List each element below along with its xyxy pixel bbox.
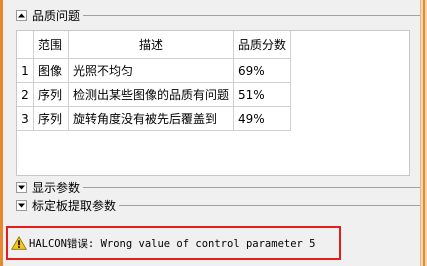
score-cell: 51%: [233, 82, 292, 107]
scope-cell: 序列: [33, 82, 69, 107]
warning-triangle-icon: [11, 236, 27, 250]
section-display-header[interactable]: 显示参数: [3, 179, 420, 196]
scope-cell: 图像: [33, 58, 69, 83]
row-number: 3: [17, 106, 34, 131]
quality-panel: 品质问题 范围 描述 品质分数 1 图像 光照不均匀 69% 2 序列 检测出某…: [3, 0, 420, 266]
error-message-bar: HALCON错误: Wrong value of control paramet…: [6, 226, 341, 260]
error-message-text: HALCON错误: Wrong value of control paramet…: [29, 237, 316, 250]
row-number: 2: [17, 82, 34, 107]
description-cell: 旋转角度没有被先后覆盖到: [68, 106, 235, 131]
section-quality-header[interactable]: 品质问题: [3, 7, 420, 24]
row-number-header[interactable]: [17, 31, 34, 59]
section-display-label: 显示参数: [32, 181, 81, 195]
description-column-header[interactable]: 描述: [68, 31, 235, 59]
table-header-row: 范围 描述 品质分数: [17, 31, 292, 59]
description-cell: 光照不均匀: [68, 58, 235, 83]
section-quality-label: 品质问题: [32, 9, 81, 23]
table-row[interactable]: 3 序列 旋转角度没有被先后覆盖到 49%: [17, 106, 292, 131]
scope-column-header[interactable]: 范围: [33, 31, 69, 59]
quality-issues-table: 范围 描述 品质分数 1 图像 光照不均匀 69% 2 序列 检测出某些图像的品…: [16, 30, 410, 176]
section-divider: [83, 187, 420, 188]
quality-score-column-header[interactable]: 品质分数: [233, 31, 292, 59]
section-divider: [83, 15, 420, 16]
window-border-right: [420, 0, 427, 266]
section-calib-header[interactable]: 标定板提取参数: [3, 197, 420, 214]
expand-toggle-icon[interactable]: [16, 182, 27, 193]
row-number: 1: [17, 58, 34, 83]
scope-cell: 序列: [33, 106, 69, 131]
section-divider: [119, 205, 420, 206]
table-row[interactable]: 2 序列 检测出某些图像的品质有问题 51%: [17, 82, 292, 107]
table-row[interactable]: 1 图像 光照不均匀 69%: [17, 58, 292, 83]
description-cell: 检测出某些图像的品质有问题: [68, 82, 235, 107]
section-calib-label: 标定板提取参数: [32, 199, 117, 213]
score-cell: 69%: [233, 58, 292, 83]
collapse-toggle-icon[interactable]: [16, 10, 27, 21]
score-cell: 49%: [233, 106, 292, 131]
expand-toggle-icon[interactable]: [16, 200, 27, 211]
